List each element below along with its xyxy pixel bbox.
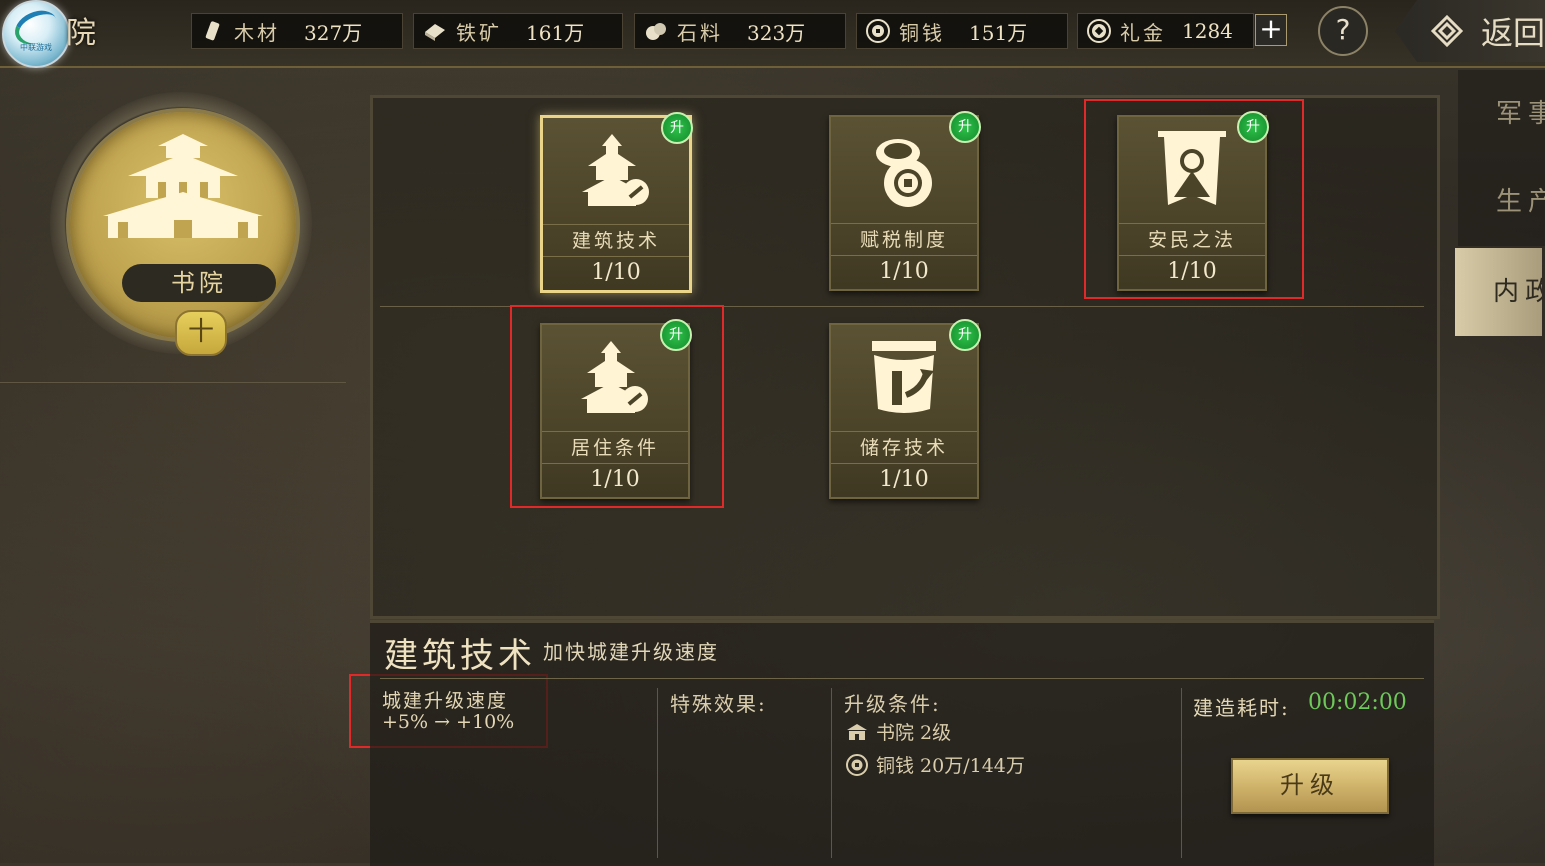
resource-copper: 铜钱 151万 <box>856 13 1068 49</box>
resource-label: 石料 <box>677 20 723 45</box>
resource-label: 木材 <box>234 20 280 45</box>
building-emblem: 书院 十 <box>50 92 312 356</box>
tab-military[interactable]: 军事 <box>1458 70 1545 158</box>
page-title: 院 <box>66 16 96 51</box>
gift-gold-icon <box>1086 18 1112 44</box>
condition-copper: 铜钱 20万/144万 <box>846 751 1025 778</box>
resource-iron: 铁矿 161万 <box>413 13 623 49</box>
stone-icon <box>643 18 669 44</box>
resource-value: 323万 <box>747 20 806 45</box>
tech-name: 储存技术 <box>831 431 977 464</box>
tab-production[interactable]: 生产 <box>1458 158 1545 246</box>
stat-change: +5% → +10% <box>382 711 515 733</box>
resource-label: 礼金 <box>1120 20 1166 45</box>
storage-icon <box>831 335 977 431</box>
logo-text: 中联游戏 <box>20 43 52 52</box>
tech-level: 1/10 <box>831 255 977 288</box>
building-icon <box>846 721 870 743</box>
resource-wood: 木材 327万 <box>191 13 403 49</box>
highlight-box-housing <box>510 305 724 508</box>
build-time-value: 00:02:00 <box>1308 690 1407 715</box>
build-time-label: 建造耗时: <box>1193 696 1290 720</box>
building-level-badge[interactable]: 十 <box>175 310 227 356</box>
condition-text: 书院 2级 <box>876 722 952 744</box>
resource-value: 327万 <box>304 20 363 45</box>
highlight-box-pacify <box>1084 99 1304 299</box>
add-gift-gold-button[interactable]: + <box>1255 14 1287 46</box>
detail-column-divider <box>657 688 658 858</box>
resource-value: 1284 <box>1182 19 1233 43</box>
tech-card-tax[interactable]: 赋税制度 1/10 升 <box>829 111 981 291</box>
resource-value: 151万 <box>969 20 1028 45</box>
upgrade-available-badge: 升 <box>949 111 981 143</box>
coins-icon <box>831 127 977 223</box>
resource-stone: 石料 323万 <box>634 13 846 49</box>
upgrade-condition-label: 升级条件: <box>844 692 941 716</box>
back-button[interactable]: 返回 <box>1395 0 1545 62</box>
condition-building: 书院 2级 <box>846 718 951 745</box>
detail-column-divider <box>831 688 832 858</box>
academy-building-icon <box>103 134 263 238</box>
upgrade-available-badge: 升 <box>661 112 693 144</box>
back-arrow-icon <box>1430 14 1464 48</box>
tech-name: 赋税制度 <box>831 223 977 256</box>
left-divider <box>0 382 346 383</box>
resource-value: 161万 <box>526 20 585 45</box>
detail-column-divider <box>1181 688 1182 858</box>
back-label: 返回 <box>1481 14 1545 52</box>
tech-level: 1/10 <box>831 463 977 496</box>
resource-label: 铁矿 <box>456 20 502 45</box>
resource-label: 铜钱 <box>899 20 945 45</box>
stat-name: 城建升级速度 <box>382 690 509 712</box>
copper-coin-icon <box>846 753 870 776</box>
tech-card-storage[interactable]: 储存技术 1/10 升 <box>829 319 981 499</box>
upgrade-available-badge: 升 <box>949 319 981 351</box>
detail-divider <box>380 678 1424 679</box>
iron-ore-icon <box>422 18 448 44</box>
tab-internal-affairs[interactable]: 内政 <box>1455 248 1542 336</box>
game-logo: 中联游戏 <box>2 0 70 68</box>
help-button[interactable]: ? <box>1318 6 1368 56</box>
pagoda-hammer-icon <box>543 128 689 224</box>
tech-name: 建筑技术 <box>543 224 689 257</box>
tech-level: 1/10 <box>543 256 689 289</box>
upgrade-button[interactable]: 升级 <box>1231 758 1389 814</box>
resource-gift-gold: 礼金 1284 <box>1077 13 1254 49</box>
detail-title: 建筑技术 <box>384 636 536 676</box>
tech-card-building[interactable]: 建筑技术 1/10 升 <box>540 112 693 293</box>
wood-icon <box>200 18 226 44</box>
detail-description: 加快城建升级速度 <box>543 640 719 664</box>
special-effect-label: 特殊效果: <box>670 692 767 716</box>
condition-text: 铜钱 20万/144万 <box>876 755 1025 777</box>
emblem-ring: 书院 十 <box>66 108 300 356</box>
building-name: 书院 <box>122 264 276 302</box>
copper-coin-icon <box>865 18 891 44</box>
